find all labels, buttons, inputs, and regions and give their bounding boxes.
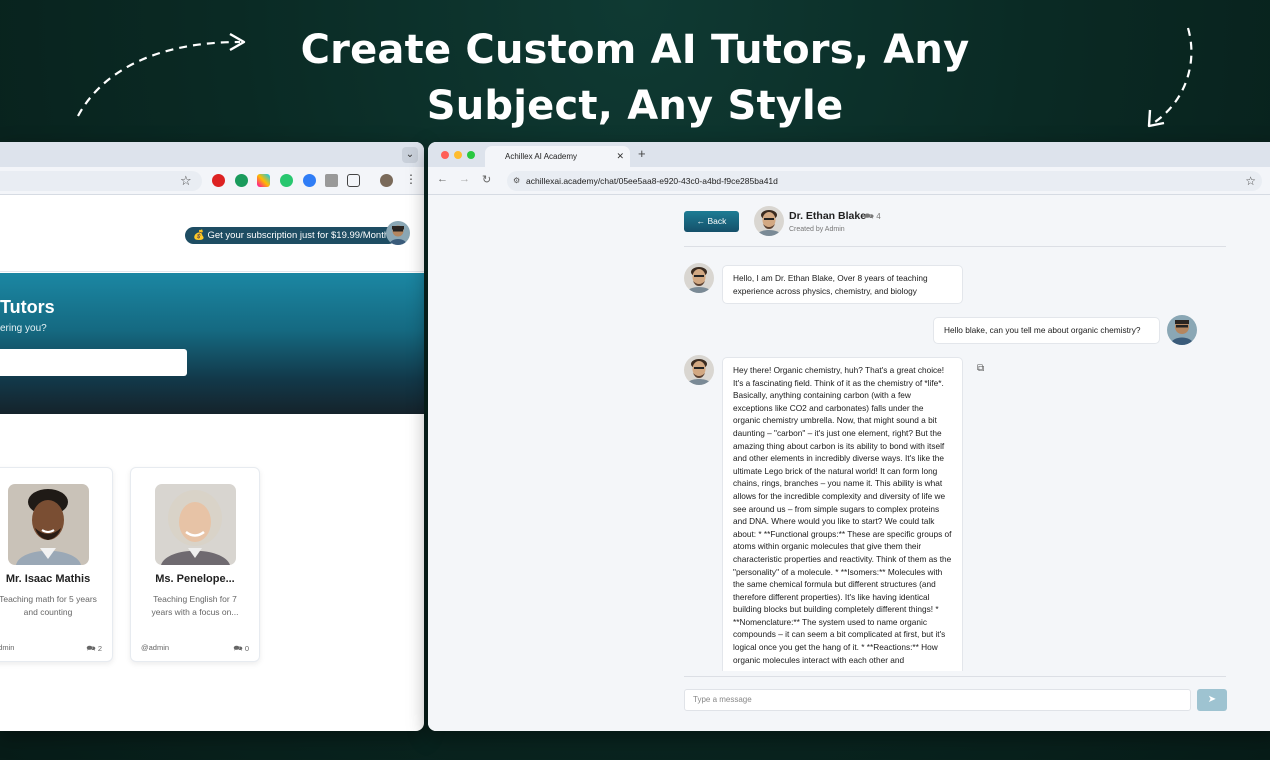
tutor-photo [155, 484, 236, 565]
star-icon[interactable]: ☆ [180, 173, 192, 189]
left-url-field[interactable] [0, 171, 202, 191]
back-arrow-icon[interactable]: ← [437, 173, 448, 185]
tutor-avatar [754, 206, 784, 236]
message-input[interactable]: Type a message [684, 689, 1191, 711]
more-menu-icon[interactable]: ⋮ [405, 172, 417, 186]
tutor-creator-line: Created by Admin [789, 226, 845, 233]
left-address-bar: ☆ ⋮ [0, 167, 424, 195]
right-address-bar: ← → ↻ ⚙ achillexai.academy/chat/05ee5aa8… [428, 167, 1270, 195]
hero-banner: Tutors ering you? [0, 273, 424, 414]
new-tab-icon[interactable]: + [638, 146, 646, 161]
star-icon[interactable]: ☆ [1245, 171, 1256, 191]
minimize-window-button[interactable] [454, 151, 462, 159]
back-button[interactable]: ← Back [684, 211, 739, 232]
tutor-card[interactable]: Ms. Penelope... Teaching English for 7 y… [130, 467, 260, 662]
url-text: achillexai.academy/chat/05ee5aa8-e920-43… [526, 176, 778, 186]
chat-count-value: 2 [97, 644, 102, 653]
tutor-creator: @admin [141, 643, 170, 652]
chat-count-value: 0 [244, 644, 249, 653]
header-divider [684, 246, 1226, 247]
whatsapp-icon[interactable] [280, 174, 293, 187]
hero-title: Tutors [0, 297, 55, 317]
chat-icon: 🗪 [86, 644, 98, 653]
chat-count: 🗪 0 [233, 643, 249, 656]
url-field[interactable]: ⚙ achillexai.academy/chat/05ee5aa8-e920-… [507, 171, 1262, 191]
extension-icon-grey[interactable] [325, 174, 338, 187]
back-button-label: Back [707, 216, 727, 226]
tutor-description: Teaching math for 5 years and counting [0, 594, 97, 617]
tutor-card[interactable]: Mr. Isaac Mathis Teaching math for 5 yea… [0, 467, 113, 662]
tutor-avatar [684, 263, 714, 293]
chat-count: 🗪 2 [86, 643, 102, 656]
left-tab-bar: ⌄ [0, 142, 424, 167]
tutor-card-footer: @admin 🗪 0 [141, 643, 249, 653]
back-arrow-icon: ← [696, 216, 708, 226]
send-icon: ➤ [1207, 694, 1217, 705]
tutor-description: Teaching English for 7 years with a focu… [151, 594, 239, 617]
copy-icon[interactable]: ⧉ [977, 363, 984, 374]
extension-icon-blue[interactable] [303, 174, 316, 187]
browser-tab-title: Achillex AI Academy [505, 152, 578, 161]
extension-icon-red[interactable] [212, 174, 225, 187]
input-divider [684, 676, 1226, 677]
send-button[interactable]: ➤ [1197, 689, 1227, 711]
subscription-badge[interactable]: 💰 Get your subscription just for $19.99/… [185, 227, 398, 244]
forward-arrow-icon[interactable]: → [459, 173, 470, 185]
user-message: Hello blake, can you tell me about organ… [933, 317, 1160, 344]
tutor-photo [8, 484, 89, 565]
profile-avatar-small[interactable] [380, 174, 393, 187]
chat-icon: 🗪 [864, 212, 877, 221]
tutor-name: Ms. Penelope... [155, 573, 235, 585]
tutor-name-heading: Dr. Ethan Blake [789, 210, 867, 222]
chevron-down-icon[interactable]: ⌄ [402, 147, 418, 163]
right-tab-bar: Achillex AI Academy ✕ + [428, 142, 1270, 167]
tutor-card-footer: admin 🗪 2 [0, 643, 102, 653]
dashed-arrow-right-icon [1147, 27, 1193, 128]
maximize-window-button[interactable] [467, 151, 475, 159]
extension-icon-green[interactable] [235, 174, 248, 187]
left-browser-window: ⌄ ☆ ⋮ 💰 Get your subscription just for $… [0, 142, 424, 731]
tutor-message: Hey there! Organic chemistry, huh? That'… [722, 357, 963, 671]
tutor-name: Mr. Isaac Mathis [5, 573, 91, 585]
avatar[interactable] [386, 221, 410, 245]
reload-icon[interactable]: ↻ [482, 173, 491, 186]
tutor-count-value: 4 [876, 212, 881, 221]
close-window-button[interactable] [441, 151, 449, 159]
chat-icon: 🗪 [233, 644, 245, 653]
right-browser-window: Achillex AI Academy ✕ + ← → ↻ ⚙ achillex… [428, 142, 1270, 731]
browser-tab[interactable]: Achillex AI Academy ✕ [485, 146, 630, 167]
tutor-avatar [684, 355, 714, 385]
hero-search-input[interactable] [0, 349, 187, 376]
tutor-chat-count: 🗪 4 [864, 211, 881, 225]
site-settings-icon[interactable]: ⚙ [513, 171, 520, 191]
tutor-message: Hello, I am Dr. Ethan Blake, Over 8 year… [722, 265, 963, 305]
puzzle-icon[interactable] [347, 174, 360, 187]
close-tab-icon[interactable]: ✕ [616, 146, 624, 167]
chat-area: ← Back Dr. Ethan Blake 🗪 4 Created by Ad… [428, 195, 1270, 731]
tutor-creator: admin [0, 643, 15, 652]
dashed-arrow-left-icon [77, 32, 246, 117]
extension-icon-color[interactable] [257, 174, 270, 187]
hero-subtitle: ering you? [0, 323, 47, 334]
user-avatar [1167, 315, 1197, 345]
